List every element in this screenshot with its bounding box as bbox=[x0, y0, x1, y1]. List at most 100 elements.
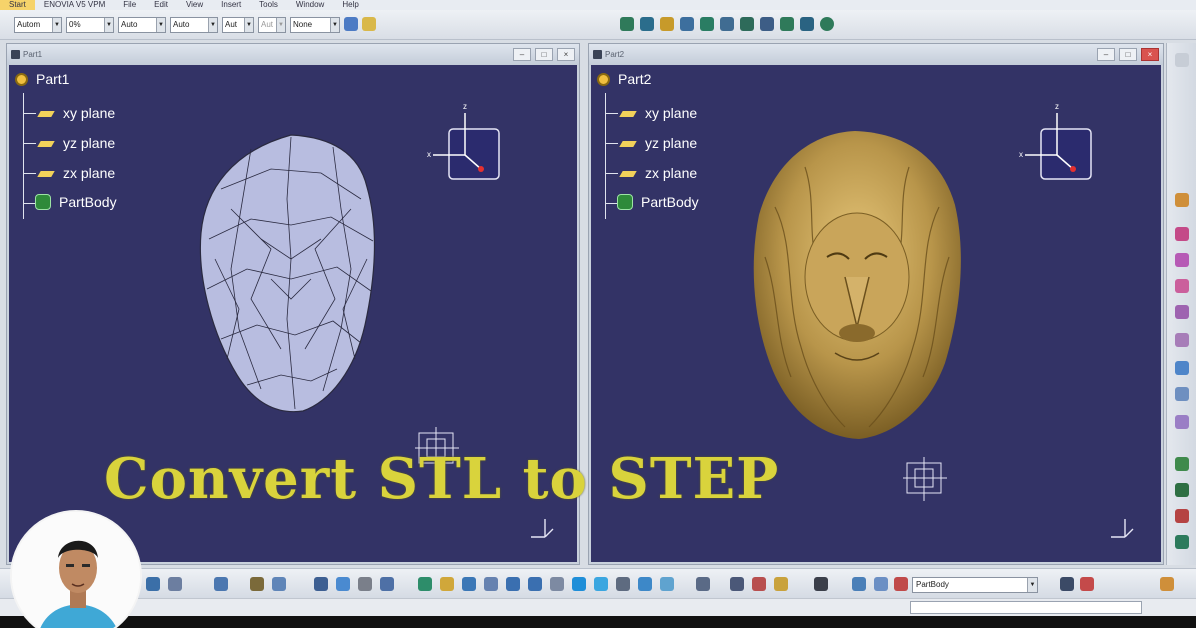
shaft-icon[interactable] bbox=[1175, 279, 1189, 293]
undo-icon[interactable] bbox=[168, 577, 182, 591]
body-select-icon[interactable] bbox=[894, 577, 908, 591]
iso-icon[interactable] bbox=[572, 577, 586, 591]
comment-icon[interactable] bbox=[272, 577, 286, 591]
zoom-out-icon[interactable] bbox=[720, 17, 734, 31]
measure-icon[interactable] bbox=[696, 577, 710, 591]
rotate-icon[interactable] bbox=[680, 17, 694, 31]
maximize-button[interactable]: □ bbox=[535, 48, 553, 61]
layer-select[interactable]: None ▼ bbox=[290, 17, 340, 33]
pad-icon[interactable] bbox=[1175, 227, 1189, 241]
fly-mode-icon[interactable] bbox=[620, 17, 634, 31]
zoom-in-icon[interactable] bbox=[700, 17, 714, 31]
sketch-icon[interactable] bbox=[1175, 193, 1189, 207]
pocket-icon[interactable] bbox=[1175, 253, 1189, 267]
insert-body-icon[interactable] bbox=[874, 577, 888, 591]
hide-show-icon[interactable] bbox=[820, 17, 834, 31]
menu-help[interactable]: Help bbox=[333, 0, 367, 10]
formula-icon[interactable] bbox=[250, 577, 264, 591]
transparency-select[interactable]: 0% ▼ bbox=[66, 17, 114, 33]
menu-edit[interactable]: Edit bbox=[145, 0, 177, 10]
print-icon[interactable] bbox=[336, 577, 350, 591]
normal-view-icon[interactable] bbox=[740, 17, 754, 31]
fillet-icon[interactable] bbox=[1175, 415, 1189, 429]
maximize-button[interactable]: □ bbox=[1119, 48, 1137, 61]
tree-node-xy-plane[interactable]: xy plane bbox=[619, 105, 697, 121]
minimize-button[interactable]: – bbox=[1097, 48, 1115, 61]
tree-node-partbody[interactable]: PartBody bbox=[35, 194, 117, 210]
tools-icon[interactable] bbox=[814, 577, 828, 591]
chamfer-icon[interactable] bbox=[1175, 457, 1189, 471]
power-input-field[interactable] bbox=[910, 601, 1142, 614]
shading-icon[interactable] bbox=[800, 17, 814, 31]
line-type-select[interactable]: Auto ▼ bbox=[170, 17, 218, 33]
menu-tools[interactable]: Tools bbox=[250, 0, 287, 10]
plane-icon bbox=[37, 111, 55, 118]
save-icon[interactable] bbox=[314, 577, 328, 591]
groove-icon[interactable] bbox=[1175, 305, 1189, 319]
properties-icon[interactable] bbox=[362, 17, 376, 31]
copy-icon[interactable] bbox=[380, 577, 394, 591]
color-select[interactable]: Autom ▼ bbox=[14, 17, 62, 33]
apply-material-icon[interactable] bbox=[752, 577, 766, 591]
define-work-object-icon[interactable] bbox=[852, 577, 866, 591]
tree-node-zx-plane[interactable]: zx plane bbox=[37, 165, 115, 181]
pan-view-icon[interactable] bbox=[440, 577, 454, 591]
zoom-in-icon[interactable] bbox=[506, 577, 520, 591]
thickness-icon[interactable] bbox=[1175, 535, 1189, 549]
move-icon[interactable] bbox=[462, 577, 476, 591]
draft-icon[interactable] bbox=[1175, 483, 1189, 497]
tree-connector bbox=[606, 143, 618, 144]
redo-icon[interactable] bbox=[214, 577, 228, 591]
menu-view[interactable]: View bbox=[177, 0, 212, 10]
layer-filter-select[interactable]: Aut ▼ bbox=[258, 17, 286, 33]
power-input-icon[interactable] bbox=[1160, 577, 1174, 591]
reference-icon[interactable] bbox=[1060, 577, 1074, 591]
constraint-icon[interactable] bbox=[1080, 577, 1094, 591]
tree-root[interactable]: Part1 bbox=[15, 71, 69, 87]
toolbar-grip-icon[interactable] bbox=[1175, 53, 1189, 67]
compass-icon[interactable]: x z bbox=[1011, 99, 1101, 189]
iso-view-icon[interactable] bbox=[780, 17, 794, 31]
hole-icon[interactable] bbox=[1175, 333, 1189, 347]
catalog-icon[interactable] bbox=[730, 577, 744, 591]
menu-window[interactable]: Window bbox=[287, 0, 333, 10]
swap-space-icon[interactable] bbox=[660, 577, 674, 591]
shell-icon[interactable] bbox=[1175, 509, 1189, 523]
tree-node-zx-plane[interactable]: zx plane bbox=[619, 165, 697, 181]
normal-to-icon[interactable] bbox=[550, 577, 564, 591]
work-object-select[interactable]: PartBody ▼ bbox=[912, 577, 1038, 593]
fit-all-icon[interactable] bbox=[640, 17, 654, 31]
line-thickness-select[interactable]: Auto ▼ bbox=[118, 17, 166, 33]
compass-icon[interactable]: x z bbox=[419, 99, 509, 189]
rotate-view-icon[interactable] bbox=[484, 577, 498, 591]
shading-mode-icon[interactable] bbox=[616, 577, 630, 591]
step-solid-model[interactable] bbox=[745, 127, 969, 443]
select-icon[interactable] bbox=[418, 577, 432, 591]
update-icon[interactable] bbox=[146, 577, 160, 591]
analysis-icon[interactable] bbox=[774, 577, 788, 591]
point-type-select[interactable]: Aut ▼ bbox=[222, 17, 254, 33]
chevron-down-icon: ▼ bbox=[244, 18, 253, 32]
menu-file[interactable]: File bbox=[114, 0, 145, 10]
tree-root[interactable]: Part2 bbox=[597, 71, 651, 87]
stl-mesh-model[interactable] bbox=[191, 129, 391, 419]
tree-node-partbody[interactable]: PartBody bbox=[617, 194, 699, 210]
painter-icon[interactable] bbox=[344, 17, 358, 31]
tree-node-yz-plane[interactable]: yz plane bbox=[37, 135, 115, 151]
close-button[interactable]: × bbox=[1141, 48, 1159, 61]
menu-start[interactable]: Start bbox=[0, 0, 35, 10]
menu-insert[interactable]: Insert bbox=[212, 0, 250, 10]
multi-view-icon[interactable] bbox=[760, 17, 774, 31]
close-button[interactable]: × bbox=[557, 48, 575, 61]
rib-icon[interactable] bbox=[1175, 361, 1189, 375]
tree-node-yz-plane[interactable]: yz plane bbox=[619, 135, 697, 151]
pan-icon[interactable] bbox=[660, 17, 674, 31]
hide-icon[interactable] bbox=[638, 577, 652, 591]
slot-icon[interactable] bbox=[1175, 387, 1189, 401]
tree-node-xy-plane[interactable]: xy plane bbox=[37, 105, 115, 121]
zoom-out-icon[interactable] bbox=[528, 577, 542, 591]
cut-icon[interactable] bbox=[358, 577, 372, 591]
minimize-button[interactable]: – bbox=[513, 48, 531, 61]
menu-enovia[interactable]: ENOVIA V5 VPM bbox=[35, 0, 114, 10]
cube-view-icon[interactable] bbox=[594, 577, 608, 591]
